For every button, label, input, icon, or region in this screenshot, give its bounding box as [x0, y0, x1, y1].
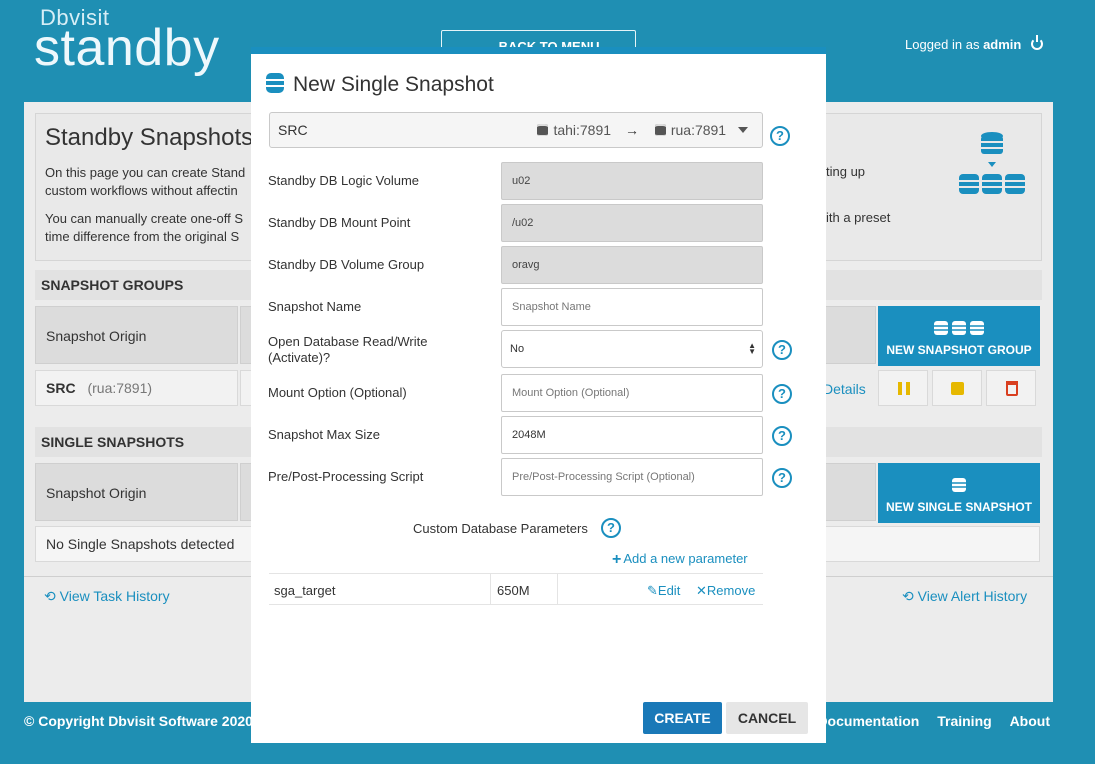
mount-option-label: Mount Option (Optional): [268, 385, 407, 400]
source-select[interactable]: SRC tahi:7891 → rua:7891: [269, 112, 763, 148]
group-row-origin[interactable]: SRC (rua:7891): [35, 370, 238, 406]
footer-link-documentation[interactable]: Documentation: [817, 713, 919, 729]
source-from-host: tahi:7891: [553, 122, 612, 138]
details-link[interactable]: Details: [823, 381, 866, 397]
history-icon: ⟲: [902, 588, 914, 604]
param-remove-label: Remove: [706, 583, 756, 598]
footer-link-about[interactable]: About: [1010, 713, 1050, 729]
databases-icon: [934, 321, 984, 335]
param-row: sga_target 650M ✎Edit ✕Remove: [269, 573, 763, 605]
open-rw-label-line2: (Activate)?: [268, 350, 331, 365]
new-single-snapshot-dialog: New Single Snapshot SRC tahi:7891 → rua:…: [251, 47, 826, 743]
footer-link-training[interactable]: Training: [937, 713, 991, 729]
volume-group-label: Standby DB Volume Group: [268, 257, 425, 272]
view-task-history-link[interactable]: ⟲ View Task History: [44, 588, 170, 605]
select-arrows-icon: ▲ ▼: [748, 341, 756, 356]
copyright: © Copyright Dbvisit Software 2020: [24, 713, 253, 729]
custom-params-heading: Custom Database Parameters: [413, 521, 588, 536]
database-icon: [654, 124, 666, 136]
snapshot-name-field[interactable]: [501, 288, 763, 326]
new-single-snapshot-button[interactable]: NEW SINGLE SNAPSHOT: [878, 463, 1040, 523]
new-single-snapshot-label: NEW SINGLE SNAPSHOT: [885, 500, 1032, 514]
intro-paragraph-2: You can manually create one-off S time d…: [45, 211, 244, 244]
plus-icon: +: [612, 551, 622, 568]
intro-paragraph-1: On this page you can create Stand custom…: [45, 165, 246, 198]
pause-button[interactable]: [878, 370, 928, 406]
power-icon[interactable]: [1031, 35, 1043, 50]
param-name: sga_target: [274, 583, 336, 598]
database-icon: [266, 73, 284, 93]
logic-volume-label: Standby DB Logic Volume: [268, 173, 420, 188]
open-rw-selected: No: [510, 343, 525, 355]
new-snapshot-group-label: NEW SNAPSHOT GROUP: [886, 343, 1032, 357]
groups-col-origin: Snapshot Origin: [35, 306, 238, 364]
logo-standby: standby: [34, 19, 220, 77]
view-alert-history-label: View Alert History: [917, 588, 1028, 604]
open-rw-select[interactable]: No ▲ ▼: [501, 330, 763, 368]
help-icon[interactable]: ?: [772, 340, 792, 360]
trash-icon: [1006, 381, 1018, 396]
volume-group-field: [501, 246, 763, 284]
open-rw-label-line1: Open Database Read/Write: [268, 334, 428, 349]
help-icon[interactable]: ?: [601, 518, 621, 538]
source-to-host: rua:7891: [670, 122, 727, 138]
max-size-field[interactable]: [501, 416, 763, 454]
source-route: tahi:7891 → rua:7891: [537, 122, 748, 138]
help-icon[interactable]: ?: [772, 384, 792, 404]
close-icon: ✕: [696, 583, 707, 598]
database-icon: [537, 124, 549, 136]
cancel-button[interactable]: CANCEL: [726, 702, 808, 734]
delete-button[interactable]: [986, 370, 1036, 406]
view-task-history-label: View Task History: [59, 588, 170, 604]
new-snapshot-group-button[interactable]: NEW SNAPSHOT GROUP: [878, 306, 1040, 366]
login-prefix: Logged in as: [905, 37, 980, 52]
login-username: admin: [983, 37, 1022, 52]
script-label: Pre/Post-Processing Script: [268, 469, 424, 484]
history-icon: ⟲: [44, 588, 56, 604]
intro-paragraph-1-tail: ting up: [826, 164, 866, 179]
database-icon: [952, 478, 966, 492]
param-value: 650M: [497, 583, 530, 598]
mount-point-label: Standby DB Mount Point: [268, 215, 411, 230]
script-field[interactable]: [501, 458, 763, 496]
group-row-name: SRC: [46, 380, 76, 396]
max-size-label: Snapshot Max Size: [268, 427, 381, 442]
group-row-host: (rua:7891): [87, 380, 153, 396]
singles-col-origin: Snapshot Origin: [35, 463, 238, 521]
help-icon[interactable]: ?: [772, 426, 792, 446]
pause-icon: [898, 382, 910, 395]
snapshot-name-label: Snapshot Name: [268, 299, 362, 314]
intro-paragraph-2-tail: ith a preset: [826, 210, 891, 225]
snapshot-databases-icon: [959, 132, 1025, 194]
param-divider: [490, 574, 491, 604]
stop-icon: [951, 382, 964, 395]
pencil-icon: ✎: [647, 583, 658, 598]
param-remove-link[interactable]: ✕Remove: [696, 583, 755, 599]
dialog-title: New Single Snapshot: [265, 72, 494, 97]
mount-point-field: [501, 204, 763, 242]
dialog-title-text: New Single Snapshot: [293, 73, 494, 96]
param-edit-label: Edit: [657, 583, 681, 598]
open-rw-label: Open Database Read/Write (Activate)?: [268, 334, 488, 366]
chevron-down-icon: [738, 127, 748, 133]
help-icon[interactable]: ?: [772, 468, 792, 488]
create-button[interactable]: CREATE: [643, 702, 722, 734]
param-divider: [557, 574, 558, 604]
add-parameter-label: Add a new parameter: [623, 551, 748, 566]
mount-option-field[interactable]: [501, 374, 763, 412]
source-name: SRC: [278, 122, 308, 138]
login-status: Logged in as admin: [905, 35, 1043, 52]
add-parameter-link[interactable]: + Add a new parameter: [612, 551, 748, 569]
view-alert-history-link[interactable]: ⟲ View Alert History: [902, 588, 1027, 605]
logic-volume-field: [501, 162, 763, 200]
arrow-right-icon: →: [624, 122, 639, 138]
param-edit-link[interactable]: ✎Edit: [647, 583, 680, 599]
page-title: Standby Snapshots: [45, 124, 254, 151]
help-icon[interactable]: ?: [770, 126, 790, 146]
stop-button[interactable]: [932, 370, 982, 406]
